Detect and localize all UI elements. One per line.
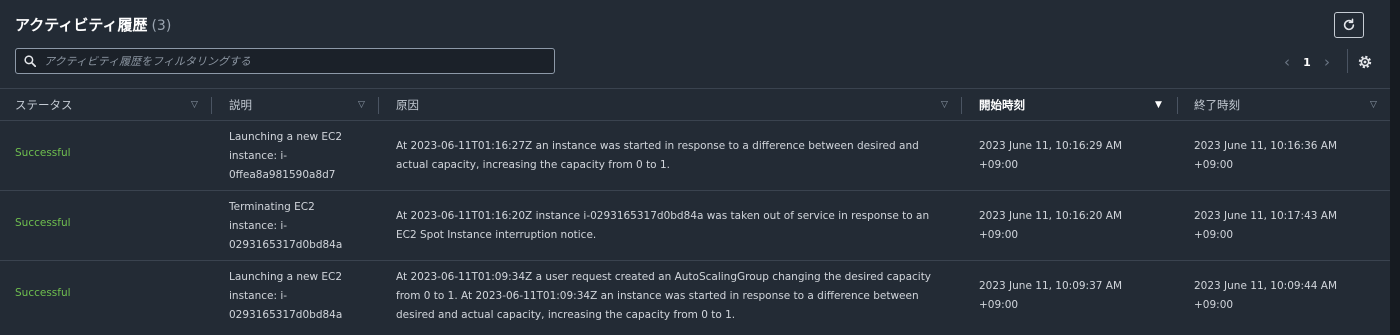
description-line: instance: i- xyxy=(229,150,288,162)
column-header-end-time[interactable]: 終了時刻 xyxy=(1194,89,1240,121)
title-text: アクティビティ履歴 xyxy=(15,16,148,34)
end-time-cell: 2023 June 11, 10:17:43 AM +09:00 xyxy=(1194,207,1384,245)
start-time-cell: 2023 June 11, 10:09:37 AM +09:00 xyxy=(979,277,1169,315)
sort-icon[interactable]: ▽ xyxy=(191,100,198,110)
cause-line: EC2 Spot Instance interruption notice. xyxy=(396,229,597,241)
item-count: (3) xyxy=(151,18,172,34)
search-icon xyxy=(24,55,36,67)
activity-history-panel: アクティビティ履歴 (3) ‹ 1 › ステータス ▽ 説明 xyxy=(0,0,1390,335)
column-header-description[interactable]: 説明 xyxy=(229,89,252,121)
column-divider[interactable] xyxy=(378,97,379,114)
table-row: Successful Terminating EC2 instance: i- … xyxy=(0,191,1390,261)
description-line: instance: i- xyxy=(229,220,288,232)
column-header-start-time[interactable]: 開始時刻 xyxy=(979,89,1025,121)
current-page-number[interactable]: 1 xyxy=(1296,56,1318,69)
sort-icon[interactable]: ▽ xyxy=(358,100,365,110)
description-cell: Launching a new EC2 instance: i- 0293165… xyxy=(229,268,369,325)
activity-table: ステータス ▽ 説明 ▽ 原因 ▽ 開始時刻 ▼ 終了時刻 ▽ Successf… xyxy=(0,88,1390,331)
cause-line: desired and actual capacity, increasing … xyxy=(396,309,736,321)
end-time-line: +09:00 xyxy=(1194,299,1234,311)
start-time-line: 2023 June 11, 10:16:29 AM xyxy=(979,140,1123,152)
start-time-line: 2023 June 11, 10:16:20 AM xyxy=(979,210,1123,222)
end-time-line: 2023 June 11, 10:09:44 AM xyxy=(1194,280,1338,292)
table-row: Successful Launching a new EC2 instance:… xyxy=(0,121,1390,191)
description-line: Terminating EC2 xyxy=(229,201,315,213)
prev-page-button[interactable]: ‹ xyxy=(1278,53,1296,71)
cause-line: At 2023-06-11T01:16:27Z an instance was … xyxy=(396,140,919,152)
sort-icon[interactable]: ▽ xyxy=(941,100,948,110)
cause-cell: At 2023-06-11T01:16:20Z instance i-02931… xyxy=(396,207,956,245)
cause-cell: At 2023-06-11T01:09:34Z a user request c… xyxy=(396,268,956,325)
table-row: Successful Launching a new EC2 instance:… xyxy=(0,261,1390,331)
pagination: ‹ 1 › xyxy=(1278,52,1336,72)
status-text: Successful xyxy=(15,287,71,299)
status-text: Successful xyxy=(15,147,71,159)
cause-line: actual capacity, increasing the capacity… xyxy=(396,159,670,171)
sort-icon[interactable]: ▽ xyxy=(1370,100,1377,110)
status-text: Successful xyxy=(15,217,71,229)
description-line: 0293165317d0bd84a xyxy=(229,239,343,251)
description-line: 0ffea8a981590a8d7 xyxy=(229,169,336,181)
refresh-icon xyxy=(1343,18,1355,31)
end-time-line: 2023 June 11, 10:16:36 AM xyxy=(1194,140,1338,152)
next-page-button[interactable]: › xyxy=(1318,53,1336,71)
end-time-line: +09:00 xyxy=(1194,229,1234,241)
end-time-cell: 2023 June 11, 10:16:36 AM +09:00 xyxy=(1194,137,1384,175)
column-divider[interactable] xyxy=(961,97,962,114)
end-time-cell: 2023 June 11, 10:09:44 AM +09:00 xyxy=(1194,277,1384,315)
cause-line: At 2023-06-11T01:16:20Z instance i-02931… xyxy=(396,210,930,222)
scrollbar-track[interactable] xyxy=(1390,0,1400,335)
description-line: Launching a new EC2 xyxy=(229,131,343,143)
start-time-cell: 2023 June 11, 10:16:29 AM +09:00 xyxy=(979,137,1169,175)
start-time-line: 2023 June 11, 10:09:37 AM xyxy=(979,280,1123,292)
description-cell: Launching a new EC2 instance: i- 0ffea8a… xyxy=(229,128,369,185)
start-time-cell: 2023 June 11, 10:16:20 AM +09:00 xyxy=(979,207,1169,245)
gear-icon xyxy=(1358,55,1372,69)
page-title: アクティビティ履歴 (3) xyxy=(15,14,171,36)
description-line: 0293165317d0bd84a xyxy=(229,309,343,321)
start-time-line: +09:00 xyxy=(979,229,1019,241)
description-cell: Terminating EC2 instance: i- 0293165317d… xyxy=(229,198,369,255)
end-time-line: +09:00 xyxy=(1194,159,1234,171)
description-line: Launching a new EC2 xyxy=(229,271,343,283)
pager-divider xyxy=(1347,49,1348,73)
table-header: ステータス ▽ 説明 ▽ 原因 ▽ 開始時刻 ▼ 終了時刻 ▽ xyxy=(0,88,1390,121)
column-divider[interactable] xyxy=(211,97,212,114)
end-time-line: 2023 June 11, 10:17:43 AM xyxy=(1194,210,1338,222)
search-field[interactable] xyxy=(15,48,555,74)
start-time-line: +09:00 xyxy=(979,159,1019,171)
column-header-cause[interactable]: 原因 xyxy=(396,89,419,121)
cause-line: At 2023-06-11T01:09:34Z a user request c… xyxy=(396,271,932,283)
column-divider[interactable] xyxy=(1177,97,1178,114)
refresh-button[interactable] xyxy=(1334,12,1364,38)
column-header-status[interactable]: ステータス xyxy=(15,89,73,121)
cause-cell: At 2023-06-11T01:16:27Z an instance was … xyxy=(396,137,956,175)
cause-line: from 0 to 1. At 2023-06-11T01:09:34Z an … xyxy=(396,290,919,302)
start-time-line: +09:00 xyxy=(979,299,1019,311)
description-line: instance: i- xyxy=(229,290,288,302)
search-input[interactable] xyxy=(44,54,544,68)
preferences-button[interactable] xyxy=(1357,54,1373,70)
sort-descending-icon[interactable]: ▼ xyxy=(1155,100,1162,110)
